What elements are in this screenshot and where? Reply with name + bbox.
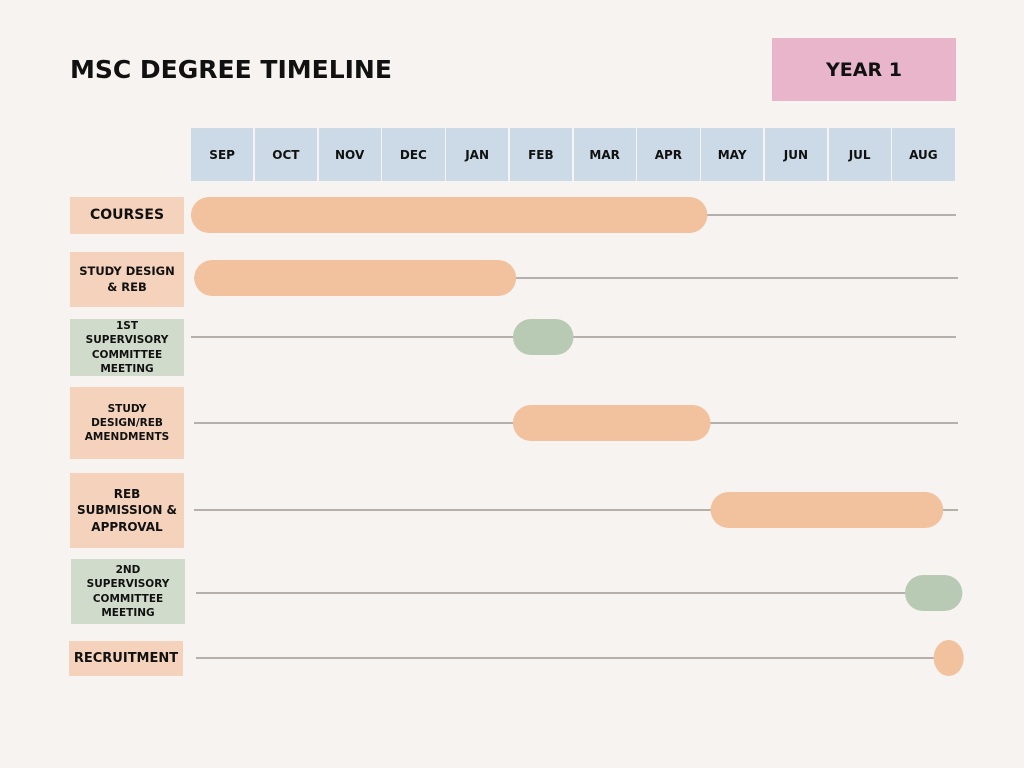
- task-bar: [933, 640, 964, 676]
- task-bar: [194, 260, 517, 296]
- task-bar: [710, 492, 944, 528]
- task-bar: [905, 575, 963, 611]
- task-bar: [191, 197, 708, 233]
- task-bar: [512, 319, 574, 355]
- task-bar: [512, 405, 711, 441]
- gantt-chart: [191, 197, 964, 676]
